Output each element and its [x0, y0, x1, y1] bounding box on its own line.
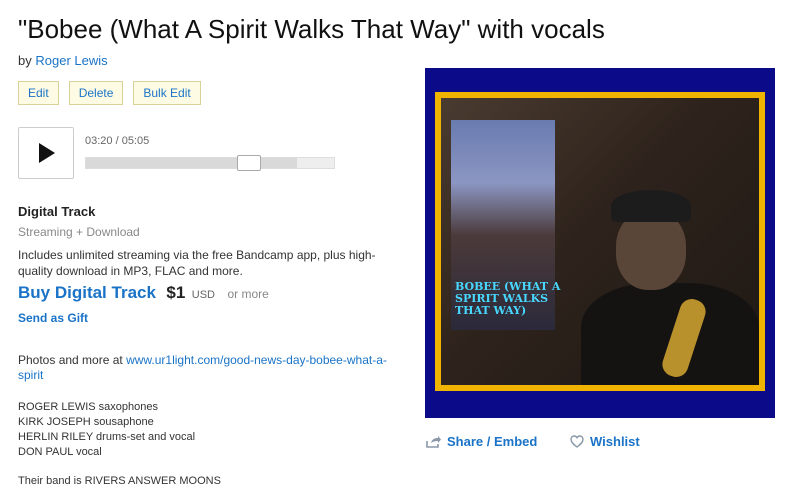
progress-bar[interactable] — [85, 155, 335, 171]
play-icon — [39, 143, 55, 163]
by-prefix: by — [18, 53, 32, 68]
art-figure-headphones — [611, 190, 691, 222]
digital-track-subtitle: Streaming + Download — [18, 225, 140, 239]
send-as-gift-link[interactable]: Send as Gift — [18, 311, 88, 325]
byline: by Roger Lewis — [18, 53, 108, 68]
buy-row: Buy Digital Track $1 USD or more — [18, 283, 269, 303]
share-icon — [426, 435, 441, 448]
share-label: Share / Embed — [447, 434, 538, 449]
credit-line: ROGER LEWIS saxophones — [18, 401, 159, 413]
audio-player: 03:20 / 05:05 — [18, 127, 338, 179]
price: $1 — [166, 283, 186, 302]
track-title: "Bobee (What A Spirit Walks That Way" wi… — [18, 14, 605, 44]
art-figure-head — [616, 210, 686, 290]
progress-thumb[interactable] — [237, 155, 262, 171]
digital-track-description: Includes unlimited streaming via the fre… — [18, 248, 376, 278]
artist-link[interactable]: Roger Lewis — [35, 53, 107, 68]
time-readout: 03:20 / 05:05 — [85, 135, 150, 147]
art-inset-text: BOBEE (WHAT A SPIRIT WALKS THAT WAY) — [455, 280, 561, 317]
play-button[interactable] — [18, 127, 74, 179]
album-art[interactable]: BOBEE (WHAT A SPIRIT WALKS THAT WAY) — [425, 68, 775, 418]
art-frame: BOBEE (WHAT A SPIRIT WALKS THAT WAY) — [435, 92, 765, 391]
wishlist-label: Wishlist — [590, 434, 640, 449]
buffered-fill — [86, 158, 297, 168]
credits-list: ROGER LEWIS saxophones KIRK JOSEPH sousa… — [18, 400, 195, 460]
art-photo: BOBEE (WHAT A SPIRIT WALKS THAT WAY) — [441, 98, 759, 385]
about-text: Photos and more at www.ur1light.com/good… — [18, 353, 398, 383]
admin-toolbar: Edit Delete Bulk Edit — [18, 81, 201, 105]
share-embed-button[interactable]: Share / Embed — [426, 434, 537, 449]
or-more-label: or more — [227, 287, 269, 301]
credit-line: DON PAUL vocal — [18, 446, 102, 458]
credit-line: KIRK JOSEPH sousaphone — [18, 416, 154, 428]
heart-icon — [570, 435, 584, 448]
about-prefix: Photos and more at — [18, 353, 127, 367]
currency: USD — [191, 289, 215, 301]
digital-track-title: Digital Track — [18, 204, 96, 219]
wishlist-button[interactable]: Wishlist — [570, 434, 640, 449]
bulk-edit-button[interactable]: Bulk Edit — [133, 81, 201, 105]
band-line: Their band is RIVERS ANSWER MOONS — [18, 475, 221, 487]
buy-digital-track-link[interactable]: Buy Digital Track — [18, 283, 156, 302]
delete-button[interactable]: Delete — [68, 81, 124, 105]
edit-button[interactable]: Edit — [18, 81, 59, 105]
credit-line: HERLIN RILEY drums-set and vocal — [18, 431, 196, 443]
